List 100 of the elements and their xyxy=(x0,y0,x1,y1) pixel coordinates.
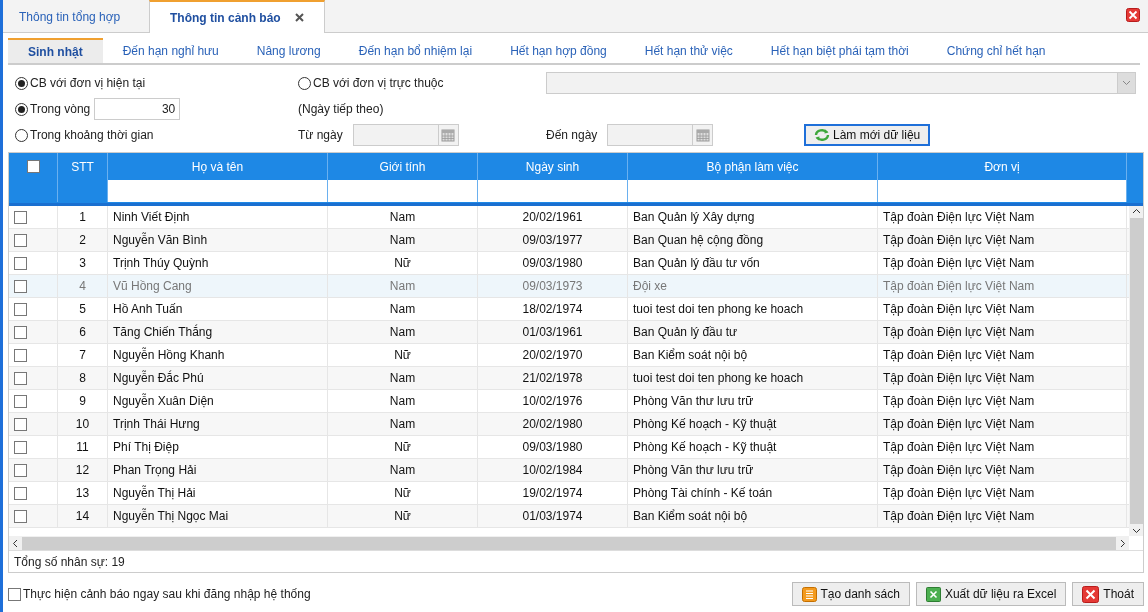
table-cell: Nam xyxy=(328,321,478,343)
table-cell: 7 xyxy=(58,344,108,366)
days-note: (Ngày tiếp theo) xyxy=(298,101,385,118)
row-checkbox[interactable] xyxy=(14,302,27,316)
close-icon[interactable] xyxy=(294,13,304,22)
table-cell: Tăng Chiến Thắng xyxy=(108,321,328,343)
table-cell: tuoi test doi ten phong ke hoach xyxy=(628,298,878,320)
window-tab[interactable]: Thông tin cảnh báo xyxy=(149,0,325,33)
row-checkbox[interactable] xyxy=(14,509,27,523)
table-cell: Nữ xyxy=(328,482,478,504)
row-checkbox[interactable] xyxy=(14,486,27,500)
table-cell: 21/02/1978 xyxy=(478,367,628,389)
table-row[interactable]: 13 Nguyễn Thị Hải Nữ 19/02/1974 Phòng Tài chính - Kế toán Tập đoàn Điện lực Việt Nam xyxy=(9,482,1129,505)
table-row[interactable]: 12 Phan Trọng Hải Nam 10/02/1984 Phòng Văn thư lưu trữ Tập đoàn Điện lực Việt Nam xyxy=(9,459,1129,482)
table-cell: Ban Kiểm soát nội bộ xyxy=(628,505,878,527)
vertical-scrollbar[interactable] xyxy=(1129,206,1143,536)
row-checkbox[interactable] xyxy=(14,325,27,339)
table-cell: Ban Kiểm soát nội bộ xyxy=(628,344,878,366)
table-cell: 11 xyxy=(58,436,108,458)
days-field[interactable]: 30 xyxy=(94,98,181,120)
category-tab[interactable]: Nâng lương xyxy=(238,38,339,63)
row-checkbox[interactable] xyxy=(14,394,27,408)
table-cell: Tập đoàn Điện lực Việt Nam xyxy=(878,459,1127,481)
table-cell: 10 xyxy=(58,413,108,435)
filter-field[interactable] xyxy=(328,180,478,202)
row-checkbox[interactable] xyxy=(14,210,27,224)
table-cell: Nữ xyxy=(328,436,478,458)
category-tab[interactable]: Đến hạn nghỉ hưu xyxy=(104,38,237,63)
horizontal-scrollbar[interactable] xyxy=(9,536,1129,550)
chevron-down-icon[interactable] xyxy=(1131,528,1141,534)
table-row[interactable]: 2 Nguyễn Văn Bình Nam 09/03/1977 Ban Quan hệ cộng đồng Tập đoàn Điện lực Việt Nam xyxy=(9,229,1129,252)
table-row[interactable]: 11 Phí Thị Điệp Nữ 09/03/1980 Phòng Kế hoạch - Kỹ thuật Tập đoàn Điện lực Việt Nam xyxy=(9,436,1129,459)
close-icon[interactable] xyxy=(1126,8,1140,22)
table-row[interactable]: 6 Tăng Chiến Thắng Nam 01/03/1961 Ban Quản lý đầu tư Tập đoàn Điện lực Việt Nam xyxy=(9,321,1129,344)
action-button[interactable]: Thoát xyxy=(1072,582,1144,606)
total-count: Tổng số nhân sự: 19 xyxy=(14,553,125,571)
column-header[interactable]: STT xyxy=(58,153,108,180)
action-button[interactable]: Xuất dữ liệu ra Excel xyxy=(915,582,1067,606)
table-cell: 10/02/1976 xyxy=(478,390,628,412)
table-cell: Nữ xyxy=(328,344,478,366)
calendar-icon[interactable] xyxy=(695,128,710,142)
chevron-left-icon[interactable] xyxy=(12,538,18,548)
radio-button[interactable] xyxy=(15,102,28,116)
row-checkbox[interactable] xyxy=(14,279,27,293)
row-checkbox[interactable] xyxy=(14,371,27,385)
table-cell: Phòng Văn thư lưu trữ xyxy=(628,390,878,412)
filter-field[interactable] xyxy=(878,180,1127,202)
row-checkbox[interactable] xyxy=(14,463,27,477)
row-checkbox[interactable] xyxy=(14,417,27,431)
table-row[interactable]: 1 Ninh Viết Định Nam 20/02/1961 Ban Quản lý Xây dựng Tập đoàn Điện lực Việt Nam xyxy=(9,206,1129,229)
category-tab[interactable]: Chứng chỉ hết hạn xyxy=(928,38,1064,63)
table-row[interactable]: 3 Trịnh Thúy Quỳnh Nữ 09/03/1980 Ban Quản lý đầu tư vốn Tập đoàn Điện lực Việt Nam xyxy=(9,252,1129,275)
radio-button[interactable] xyxy=(15,128,28,142)
table-cell: Nam xyxy=(328,459,478,481)
table-cell: 5 xyxy=(58,298,108,320)
table-row[interactable]: 14 Nguyễn Thị Ngọc Mai Nữ 01/03/1974 Ban Kiểm soát nội bộ Tập đoàn Điện lực Việt Nam xyxy=(9,505,1129,528)
table-cell: Nguyễn Văn Bình xyxy=(108,229,328,251)
calendar-icon[interactable] xyxy=(441,128,456,142)
table-cell: Nguyễn Đắc Phú xyxy=(108,367,328,389)
date-field[interactable] xyxy=(607,124,714,146)
table-row[interactable]: 7 Nguyễn Hồng Khanh Nữ 20/02/1970 Ban Kiểm soát nội bộ Tập đoàn Điện lực Việt Nam xyxy=(9,344,1129,367)
row-checkbox[interactable] xyxy=(14,256,27,270)
table-cell: 20/02/1970 xyxy=(478,344,628,366)
checkbox-label: Thực hiện cảnh báo ngay sau khi đăng nhập hệ thống xyxy=(23,586,311,603)
table-cell: Tập đoàn Điện lực Việt Nam xyxy=(878,390,1127,412)
filter-field[interactable] xyxy=(478,180,628,202)
date-field[interactable] xyxy=(352,124,459,146)
row-checkbox[interactable] xyxy=(14,440,27,454)
auto-warn-checkbox[interactable] xyxy=(8,587,21,601)
table-cell: Ban Quản lý Xây dựng xyxy=(628,206,878,228)
category-tab[interactable]: Hết hạn hợp đồng xyxy=(492,38,625,63)
filter-field[interactable] xyxy=(108,180,328,202)
table-cell: Phòng Văn thư lưu trữ xyxy=(628,459,878,481)
radio-button[interactable] xyxy=(15,76,28,90)
table-cell: 09/03/1977 xyxy=(478,229,628,251)
chevron-up-icon[interactable] xyxy=(1131,208,1141,214)
refresh-button[interactable]: Làm mới dữ liệu xyxy=(804,124,931,146)
select-all-checkbox[interactable] xyxy=(26,160,40,173)
category-tab[interactable]: Đến hạn bổ nhiệm lại xyxy=(340,38,491,63)
action-button[interactable]: Tạo danh sách xyxy=(791,582,910,606)
category-tab[interactable]: Sinh nhật xyxy=(8,38,103,63)
table-cell: Hồ Anh Tuấn xyxy=(108,298,328,320)
row-checkbox[interactable] xyxy=(14,348,27,362)
filter-field[interactable] xyxy=(628,180,878,202)
row-checkbox[interactable] xyxy=(14,233,27,247)
window-tab[interactable]: Thông tin tổng hợp xyxy=(9,1,149,32)
table-cell: Tập đoàn Điện lực Việt Nam xyxy=(878,505,1127,527)
chevron-right-icon[interactable] xyxy=(1120,538,1126,548)
table-row[interactable]: 10 Trịnh Thái Hưng Nam 20/02/1980 Phòng Kế hoạch - Kỹ thuật Tập đoàn Điện lực Việt Nam xyxy=(9,413,1129,436)
table-row[interactable]: 9 Nguyễn Xuân Diện Nam 10/02/1976 Phòng Văn thư lưu trữ Tập đoàn Điện lực Việt Nam xyxy=(9,390,1129,413)
spreadsheet-icon xyxy=(925,586,941,602)
table-row[interactable]: 4 Vũ Hồng Cang Nam 09/03/1973 Đội xe Tập đoàn Điện lực Việt Nam xyxy=(9,275,1129,298)
table-cell: Nguyễn Xuân Diện xyxy=(108,390,328,412)
category-tab[interactable]: Hết hạn biệt phái tạm thời xyxy=(752,38,927,63)
radio-button[interactable] xyxy=(298,76,311,90)
table-row[interactable]: 8 Nguyễn Đắc Phú Nam 21/02/1978 tuoi test doi ten phong ke hoach Tập đoàn Điện lực Việt Nam xyxy=(9,367,1129,390)
category-tab[interactable]: Hết hạn thử việc xyxy=(626,38,751,63)
table-cell: 09/03/1980 xyxy=(478,252,628,274)
table-row[interactable]: 5 Hồ Anh Tuấn Nam 18/02/1974 tuoi test doi ten phong ke hoach Tập đoàn Điện lực Việt Nam xyxy=(9,298,1129,321)
table-cell: Tập đoàn Điện lực Việt Nam xyxy=(878,252,1127,274)
